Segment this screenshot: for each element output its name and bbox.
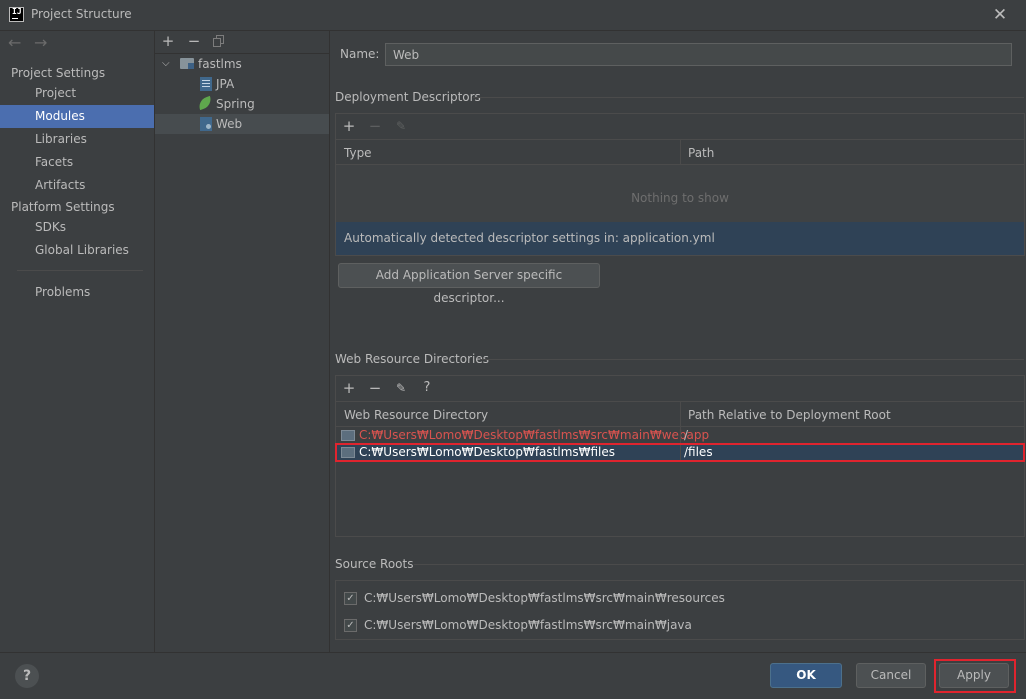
source-root-checkbox[interactable]: ✓ (344, 592, 357, 605)
auto-detected-info: Automatically detected descriptor settin… (336, 222, 1024, 255)
forward-arrow-icon[interactable]: → (34, 33, 47, 52)
name-label: Name: (340, 47, 380, 61)
edit-resource-icon[interactable]: ✎ (393, 380, 409, 396)
tree-item-jpa[interactable]: JPA (155, 74, 329, 94)
jpa-icon (200, 77, 212, 91)
tree-item-fastlms[interactable]: ⌵ fastlms (155, 54, 329, 74)
deployment-descriptors-title: Deployment Descriptors (335, 90, 481, 104)
sidebar-item-artifacts[interactable]: Artifacts (0, 174, 154, 197)
column-header-type[interactable]: Type (344, 146, 372, 160)
sidebar-divider (17, 270, 143, 271)
sidebar-item-project[interactable]: Project (0, 82, 154, 105)
project-settings-header: Project Settings (11, 66, 106, 80)
ok-button[interactable]: OK (770, 663, 842, 688)
footer-divider (0, 652, 1026, 653)
group-separator (480, 359, 1024, 360)
source-root-path: C:₩Users₩Lomo₩Desktop₩fastlms₩src₩main₩j… (364, 618, 692, 632)
group-separator (473, 97, 1024, 98)
tree-item-web[interactable]: Web (155, 114, 329, 134)
platform-settings-header: Platform Settings (11, 200, 115, 214)
tree-item-label: JPA (216, 77, 235, 91)
window-title: Project Structure (31, 7, 132, 21)
column-header-relative-path[interactable]: Path Relative to Deployment Root (688, 408, 891, 422)
add-descriptor-icon[interactable]: + (341, 118, 357, 134)
table-row[interactable]: C:₩Users₩Lomo₩Desktop₩fastlms₩src₩main₩w… (336, 427, 1024, 444)
module-folder-icon (180, 58, 194, 69)
remove-icon[interactable]: − (186, 33, 202, 49)
column-header-directory[interactable]: Web Resource Directory (344, 408, 489, 422)
highlight-annotation-apply (934, 659, 1016, 693)
sidebar-item-sdks[interactable]: SDKs (0, 216, 154, 239)
web-facet-icon (200, 117, 212, 131)
group-separator (414, 564, 1024, 565)
tree-item-label: Spring (216, 97, 255, 111)
title-bar (0, 0, 1026, 30)
help-question-icon[interactable]: ? (419, 380, 435, 396)
remove-descriptor-icon: − (368, 117, 382, 135)
column-header-path[interactable]: Path (688, 146, 715, 160)
column-separator (680, 402, 681, 426)
back-arrow-icon[interactable]: ← (8, 33, 21, 52)
add-server-descriptor-button[interactable]: Add Application Server specific descript… (338, 263, 600, 305)
source-root-item[interactable]: ✓ C:₩Users₩Lomo₩Desktop₩fastlms₩src₩main… (344, 617, 1020, 635)
add-resource-icon[interactable]: + (341, 380, 357, 396)
resource-relative-path: / (684, 428, 689, 442)
sidebar-item-libraries[interactable]: Libraries (0, 128, 154, 151)
tree-divider-vertical (329, 31, 330, 652)
chevron-down-icon[interactable]: ⌵ (162, 57, 176, 71)
close-icon[interactable]: ✕ (990, 5, 1010, 25)
source-roots-title: Source Roots (335, 557, 414, 571)
copy-icon[interactable] (213, 35, 225, 47)
edit-descriptor-icon: ✎ (395, 119, 407, 133)
spring-leaf-icon (196, 95, 214, 111)
column-separator (680, 140, 681, 164)
folder-icon (341, 430, 355, 441)
web-resource-directories-title: Web Resource Directories (335, 352, 489, 366)
sidebar-item-problems[interactable]: Problems (0, 281, 154, 304)
name-field[interactable] (385, 43, 1012, 66)
intellij-app-icon: IJ (9, 7, 24, 22)
sidebar-item-modules[interactable]: Modules (0, 105, 154, 128)
column-separator (680, 427, 681, 444)
resource-directory-path: C:₩Users₩Lomo₩Desktop₩fastlms₩src₩main₩w… (359, 428, 710, 442)
sidebar-item-facets[interactable]: Facets (0, 151, 154, 174)
tree-item-spring[interactable]: Spring (155, 94, 329, 114)
tree-item-label: fastlms (198, 57, 242, 71)
add-icon[interactable]: + (160, 33, 176, 49)
remove-resource-icon[interactable]: − (367, 380, 383, 396)
source-root-checkbox[interactable]: ✓ (344, 619, 357, 632)
source-root-item[interactable]: ✓ C:₩Users₩Lomo₩Desktop₩fastlms₩src₩main… (344, 590, 1020, 608)
help-button[interactable]: ? (15, 664, 39, 688)
highlight-annotation-row (335, 443, 1025, 462)
tree-item-label: Web (216, 117, 243, 131)
source-root-path: C:₩Users₩Lomo₩Desktop₩fastlms₩src₩main₩r… (364, 591, 725, 605)
cancel-button[interactable]: Cancel (856, 663, 926, 688)
sidebar-item-global-libraries[interactable]: Global Libraries (0, 239, 154, 262)
empty-table-text: Nothing to show (631, 191, 729, 205)
